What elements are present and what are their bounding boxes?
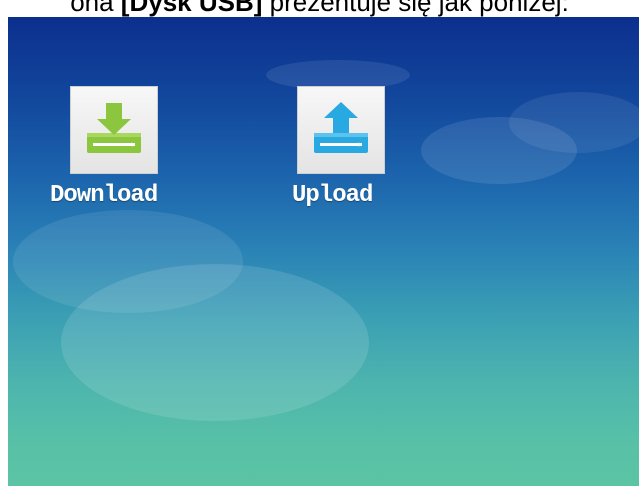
upload-app-button[interactable]: Upload [278,86,398,209]
caption-suffix: prezentuje się jak poniżej: [262,0,569,17]
background-bokeh [61,264,369,421]
caption-highlight: [Dysk USB] [120,0,263,17]
download-app-button[interactable]: Download [40,86,190,209]
download-label: Download [50,182,158,209]
page-caption: ona [Dysk USB] prezentuje się jak poniże… [0,0,639,17]
caption-prefix: ona [70,0,121,17]
upload-label: Upload [292,182,373,209]
download-icon [70,86,158,174]
upload-icon [297,86,385,174]
device-screen: Download Upload [8,17,639,486]
background-bokeh [509,92,639,153]
